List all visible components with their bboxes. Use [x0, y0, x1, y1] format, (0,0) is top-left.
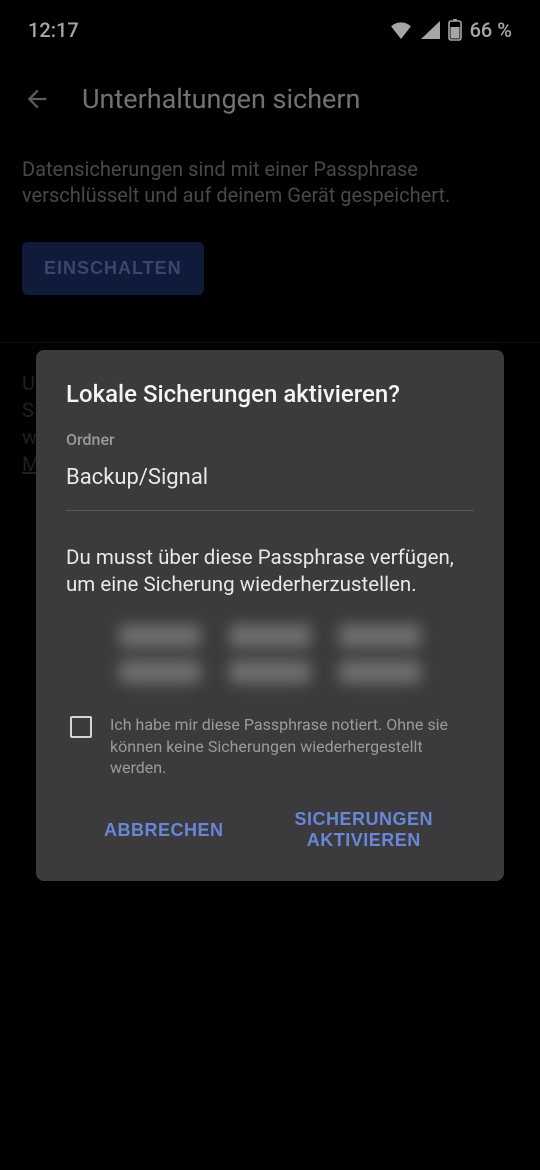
passphrase-instruction: Du musst über diese Passphrase verfügen,… [66, 545, 474, 598]
passphrase-block [339, 660, 421, 684]
activate-backups-button[interactable]: SICHERUNGEN AKTIVIEREN [254, 801, 474, 859]
passphrase-block [119, 660, 201, 684]
cancel-button[interactable]: ABBRECHEN [104, 801, 224, 859]
passphrase-row-2 [106, 660, 434, 684]
passphrase-block [229, 660, 311, 684]
passphrase-block [339, 624, 421, 648]
passphrase-display [106, 624, 434, 684]
dialog-actions: ABBRECHEN SICHERUNGEN AKTIVIEREN [66, 801, 474, 859]
confirm-checkbox-label: Ich habe mir diese Passphrase notiert. O… [110, 714, 470, 779]
folder-row[interactable]: Backup/Signal [66, 465, 474, 511]
folder-value: Backup/Signal [66, 465, 474, 490]
passphrase-row-1 [106, 624, 434, 648]
passphrase-block [119, 624, 201, 648]
confirm-checkbox-row[interactable]: Ich habe mir diese Passphrase notiert. O… [66, 714, 474, 779]
enable-backups-dialog: Lokale Sicherungen aktivieren? Ordner Ba… [36, 350, 504, 881]
folder-label: Ordner [66, 430, 474, 449]
passphrase-block [229, 624, 311, 648]
confirm-checkbox[interactable] [70, 716, 92, 738]
dialog-title: Lokale Sicherungen aktivieren? [66, 380, 474, 408]
